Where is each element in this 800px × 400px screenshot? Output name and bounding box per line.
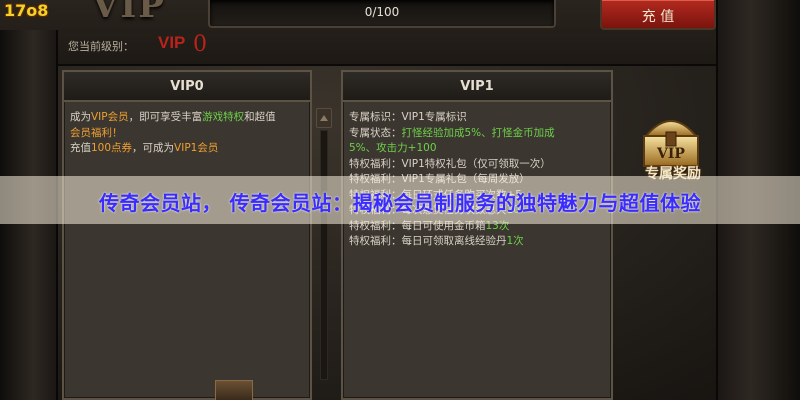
panel-text: 特权福利：VIP1特权礼包（仅可领取一次）	[349, 157, 551, 170]
progress-text: 0/100	[364, 5, 400, 19]
current-level-value: 0	[193, 32, 207, 57]
panel-line: 充值100点券，可成为VIP1会员	[70, 141, 304, 157]
panel-line: 5%、攻击力+100	[349, 141, 605, 157]
current-level-label: 您当前级别：	[68, 40, 134, 53]
reward-icon-text: VIP	[656, 146, 685, 162]
banner-text: 传奇会员站， 传奇会员站：揭秘会员制服务的独特魅力与超值体验	[99, 191, 701, 215]
panel-line: 专属状态：打怪经验加成5%、打怪金币加成	[349, 126, 605, 142]
panel-text: ，可成为	[132, 142, 175, 154]
panel-text: VIP会员	[91, 111, 129, 123]
panel-text: 特权福利：每日可领取离线经验丹	[349, 235, 507, 247]
panel-line: 专属标识：VIP1专属标识	[349, 110, 605, 126]
panel-line: 会员福利！	[70, 126, 304, 142]
vip1-panel-title: VIP1	[343, 72, 611, 102]
panel-text: 成为	[70, 111, 91, 123]
panel-text: 充值	[70, 142, 91, 154]
panel-text: 打怪经验加成5%、打怪金币加成	[401, 126, 555, 139]
site-watermark: 17o8	[4, 1, 49, 20]
scroll-up-button[interactable]	[316, 108, 332, 128]
panel-text: 会员福利！	[70, 126, 123, 139]
vip1-panel: VIP1 专属标识：VIP1专属标识 专属状态：打怪经验加成5%、打怪金币加成 5%…	[341, 70, 613, 400]
current-level-prefix: VIP	[158, 33, 186, 52]
vip-logo: VIP	[92, 0, 166, 26]
panel-text: 100点券	[91, 142, 133, 154]
vip0-panel-title: VIP0	[64, 72, 310, 102]
panel-text: VIP1会员	[174, 142, 219, 154]
vip0-panel-body: 成为VIP会员，即可享受丰富游戏特权和超值 会员福利！ 充值100点券，可成为VIP…	[70, 110, 304, 157]
panel-text: 和超值	[244, 111, 276, 123]
panel-text: 5%、攻击力+100	[349, 142, 437, 154]
panel-text: 1次	[506, 235, 524, 247]
panel-text: 专属状态：	[349, 126, 402, 139]
vip-progress-bar: 0/100	[208, 0, 556, 28]
bottom-emblem	[215, 380, 253, 400]
vip0-panel: VIP0 成为VIP会员，即可享受丰富游戏特权和超值 会员福利！ 充值100点券，可…	[62, 70, 312, 400]
panel-text: ，即可享受丰富	[128, 111, 203, 123]
panel-text: 游戏特权	[202, 111, 245, 123]
scrollbar-track[interactable]	[320, 130, 328, 380]
recharge-button[interactable]: 充 值	[600, 0, 716, 30]
panel-line: 特权福利：VIP1特权礼包（仅可领取一次）	[349, 157, 605, 173]
panel-text: 专属标识：VIP1专属标识	[349, 111, 467, 123]
panel-line: 成为VIP会员，即可享受丰富游戏特权和超值	[70, 110, 304, 126]
panel-line: 特权福利：每日可领取离线经验丹1次	[349, 234, 605, 250]
